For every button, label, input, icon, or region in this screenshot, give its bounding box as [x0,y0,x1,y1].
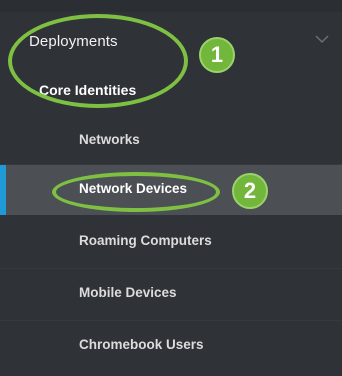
active-indicator [0,165,6,215]
sidebar-item-label: Network Devices [79,181,188,196]
section-deployments[interactable]: Deployments [0,18,342,66]
sidebar-item-mobile-devices[interactable]: Mobile Devices [0,269,342,319]
chevron-down-icon[interactable] [314,31,330,47]
sidebar-nav: Deployments Core Identities Networks Net… [0,0,342,376]
annotation-badge-1: 1 [199,37,235,73]
sidebar-item-label: Networks [79,132,140,147]
sidebar-item-networks[interactable]: Networks [0,116,342,166]
sidebar-item-label: Roaming Computers [79,233,212,248]
subsection-core-identities[interactable]: Core Identities [0,70,342,110]
section-label: Deployments [29,33,118,50]
annotation-badge-2: 2 [232,173,268,209]
subsection-label: Core Identities [39,82,137,98]
sidebar-item-label: Chromebook Users [79,337,204,352]
sidebar-item-label: Mobile Devices [79,285,177,300]
sidebar-item-chromebook-users[interactable]: Chromebook Users [0,321,342,371]
sidebar-top-divider [0,0,342,12]
sidebar-item-roaming-computers[interactable]: Roaming Computers [0,217,342,267]
sidebar-item-network-devices[interactable]: Network Devices [0,165,342,215]
